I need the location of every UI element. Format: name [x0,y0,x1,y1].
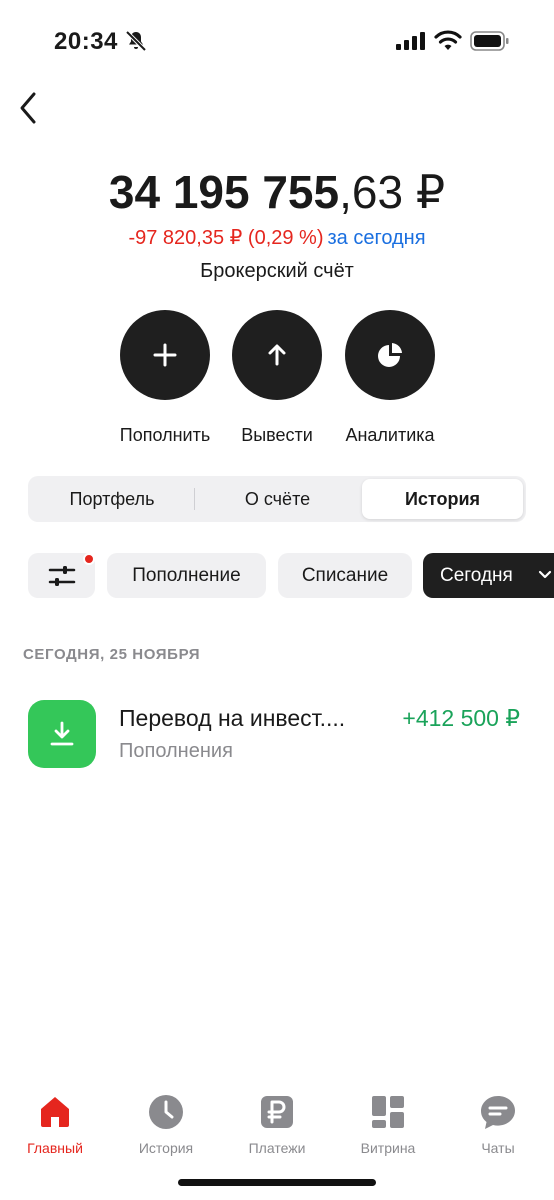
analytics-label: Аналитика [345,425,435,445]
status-bar: 20:34 [0,0,554,80]
battery-icon [470,31,509,51]
tab-portfolio[interactable]: Портфель [31,479,193,519]
chip-withdrawal[interactable]: Списание [278,553,412,598]
analytics-button[interactable]: Аналитика [330,310,450,450]
top-up-label: Пополнить [119,425,211,445]
tabbar-label-chats: Чаты [481,1140,515,1156]
tabbar-item-main[interactable]: Главный [0,1085,110,1157]
arrow-up-icon [268,344,286,366]
transaction-row[interactable]: Перевод на инвест.... Пополнения +412 50… [0,690,554,780]
grid-icon [368,1092,408,1132]
withdraw-label: Вывести [241,425,313,445]
transaction-icon [28,700,96,768]
balance-integer: 34 195 755 [108,166,340,218]
bell-muted-icon [125,30,147,52]
chip-date-label: Сегодня [440,565,513,586]
daily-change-amount: -97 820,35 ₽ (0,29 %) [128,227,324,249]
chip-top-up[interactable]: Пополнение [107,553,266,598]
tabbar-item-chats[interactable]: Чаты [443,1085,553,1157]
account-actions: Пополнить Вывести Аналитика [0,310,554,450]
signal-icon [396,32,425,50]
filter-active-dot [83,553,95,565]
analytics-circle [345,310,435,400]
ruble-icon [257,1092,297,1132]
tabbar-label-history: История [138,1140,194,1156]
tabbar-label-showcase: Витрина [360,1140,416,1156]
back-button[interactable] [12,86,52,130]
tabbar-item-payments[interactable]: Платежи [222,1085,332,1157]
clock-icon [146,1092,186,1132]
chat-icon [478,1092,518,1132]
date-section-header: СЕГОДНЯ, 25 НОЯБРЯ [23,646,201,663]
pie-chart-icon [378,343,402,367]
home-icon [35,1092,75,1132]
home-indicator [178,1179,376,1186]
account-tabs: Портфель О счёте История [28,476,526,522]
daily-change-period-link[interactable]: за сегодня [328,227,426,249]
tab-history[interactable]: История [362,479,523,519]
transaction-category: Пополнения [119,740,233,762]
tab-about-account[interactable]: О счёте [195,479,360,519]
top-up-button[interactable]: Пополнить [105,310,225,450]
status-time: 20:34 [54,28,118,55]
wifi-icon [434,30,462,50]
tabbar-item-history[interactable]: История [111,1085,221,1157]
transaction-title: Перевод на инвест.... [119,705,346,731]
plus-icon [153,343,177,367]
daily-change: -97 820,35 ₽ (0,29 %) за сегодня [0,225,554,251]
withdraw-circle [232,310,322,400]
account-name: Брокерский счёт [200,260,354,282]
sliders-icon [48,566,76,586]
chip-date-today[interactable]: Сегодня [423,553,554,598]
chevron-down-icon [538,570,552,579]
transaction-amount: +412 500 ₽ [402,705,520,731]
withdraw-button[interactable]: Вывести [217,310,337,450]
bottom-tab-bar: Главный История Платежи Витрина Чаты [0,1085,554,1165]
tabbar-item-showcase[interactable]: Витрина [333,1085,443,1157]
tabbar-label-payments: Платежи [248,1140,306,1156]
balance-fraction: ,63 ₽ [339,166,446,218]
tabbar-label-main: Главный [27,1140,83,1156]
download-icon [50,721,74,746]
top-up-circle [120,310,210,400]
balance-amount: 34 195 755,63 ₽ [0,166,554,218]
